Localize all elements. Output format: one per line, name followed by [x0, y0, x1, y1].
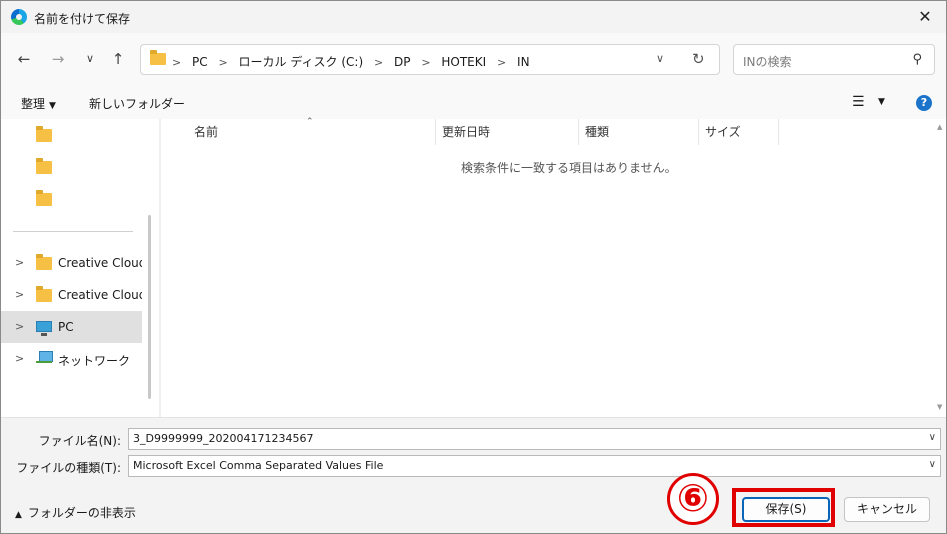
tree-item-label: Creative Cloud F — [58, 288, 142, 302]
chevron-right-icon[interactable]: > — [15, 320, 24, 333]
breadcrumb-separator-icon: > — [496, 56, 507, 69]
up-arrow-icon[interactable]: ↑ — [107, 47, 129, 71]
folder-icon — [36, 190, 52, 206]
breadcrumb-separator-icon: > — [421, 56, 431, 69]
refresh-icon[interactable]: ↻ — [692, 50, 705, 68]
breadcrumb-item-in[interactable]: IN — [517, 55, 530, 69]
navigation-pane: > Creative Cloud F > Creative Cloud F > … — [1, 119, 159, 417]
filename-value: 3_D9999999_202004171234567 — [133, 432, 314, 445]
filetype-select[interactable]: Microsoft Excel Comma Separated Values F… — [128, 455, 941, 477]
column-separator[interactable] — [435, 119, 436, 145]
cancel-button[interactable]: キャンセル — [844, 497, 930, 522]
tree-item-folder[interactable] — [1, 151, 142, 183]
recent-locations-chevron-icon[interactable]: ∨ — [79, 47, 101, 71]
breadcrumb-item-local-disk[interactable]: ローカル ディスク (C:) — [239, 55, 364, 69]
chevron-right-icon[interactable]: > — [15, 352, 24, 365]
step-number-badge: ⑥ — [667, 473, 719, 525]
save-as-dialog: 名前を付けて保存 ✕ ← → ∨ ↑ > PC > ローカル ディスク (C:)… — [0, 0, 947, 534]
folder-icon — [150, 50, 166, 65]
breadcrumb-separator-icon: > — [218, 56, 228, 69]
tree-item-label: ネットワーク — [58, 354, 131, 368]
search-input[interactable]: INの検索 ⚲ — [733, 44, 935, 75]
caret-up-icon: ▲ — [15, 510, 22, 520]
file-fields: ファイル名(N): 3_D9999999_202004171234567 ∨ フ… — [1, 417, 946, 485]
new-folder-button[interactable]: 新しいフォルダー — [89, 95, 185, 112]
breadcrumb-item-hoteki[interactable]: HOTEKI — [441, 55, 486, 69]
chevron-right-icon[interactable]: > — [15, 288, 24, 301]
column-header-size[interactable]: サイズ — [705, 123, 741, 145]
tree-item-folder[interactable] — [1, 183, 142, 215]
breadcrumb: > PC > ローカル ディスク (C:) > DP > HOTEKI > IN — [172, 53, 530, 70]
file-list: ⌃ 名前 更新日時 種類 サイズ 検索条件に一致する項目はありません。 ▲ ▼ — [161, 117, 946, 417]
view-options-icon[interactable]: ☰ — [852, 94, 865, 110]
title-bar: 名前を付けて保存 ✕ — [1, 1, 946, 33]
dialog-title: 名前を付けて保存 — [34, 12, 131, 26]
column-header-modified[interactable]: 更新日時 — [442, 123, 490, 145]
caret-down-icon[interactable]: ▼ — [878, 97, 885, 107]
file-list-scrollbar[interactable] — [936, 119, 946, 417]
breadcrumb-separator-icon: > — [172, 56, 182, 69]
column-separator[interactable] — [698, 119, 699, 145]
scroll-down-icon[interactable]: ▼ — [937, 403, 942, 411]
scroll-up-icon[interactable]: ▲ — [937, 123, 942, 131]
caret-down-icon: ▼ — [49, 101, 56, 111]
scrollbar-thumb[interactable] — [148, 215, 151, 399]
search-placeholder: INの検索 — [743, 55, 792, 69]
tree-item-label: Creative Cloud F — [58, 256, 142, 270]
tree-item-network[interactable]: > ネットワーク — [1, 343, 142, 375]
pc-icon — [36, 321, 52, 336]
breadcrumb-item-dp[interactable]: DP — [394, 55, 410, 69]
filetype-label: ファイルの種類(T): — [16, 461, 121, 475]
tree-divider — [13, 231, 133, 232]
folder-icon — [36, 158, 52, 174]
address-dropdown-icon[interactable]: ∨ — [656, 52, 664, 65]
folder-icon — [36, 126, 52, 142]
tree-item-creative-cloud-2[interactable]: > Creative Cloud F — [1, 279, 142, 311]
filename-field[interactable]: 3_D9999999_202004171234567 ∨ — [128, 428, 941, 450]
breadcrumb-item-pc[interactable]: PC — [192, 55, 208, 69]
tree-item-folder[interactable] — [1, 119, 142, 151]
command-bar: 整理 ▼ 新しいフォルダー ☰ ▼ ? — [1, 87, 946, 119]
chevron-down-icon[interactable]: ∨ — [929, 432, 936, 443]
network-icon — [36, 351, 53, 365]
highlight-box — [732, 488, 835, 527]
column-separator[interactable] — [778, 119, 779, 145]
sort-ascending-icon: ⌃ — [306, 117, 314, 127]
filetype-value: Microsoft Excel Comma Separated Values F… — [133, 459, 384, 472]
breadcrumb-separator-icon: > — [373, 56, 384, 69]
folder-icon — [36, 286, 52, 302]
close-icon[interactable]: ✕ — [912, 5, 938, 29]
edge-icon — [11, 9, 27, 25]
empty-message: 検索条件に一致する項目はありません。 — [461, 161, 677, 175]
filename-label: ファイル名(N): — [38, 434, 121, 448]
address-bar[interactable]: > PC > ローカル ディスク (C:) > DP > HOTEKI > IN… — [140, 44, 720, 75]
tree-item-label: PC — [58, 320, 74, 334]
back-arrow-icon[interactable]: ← — [13, 47, 35, 71]
help-icon[interactable]: ? — [916, 95, 932, 111]
tree-item-creative-cloud-1[interactable]: > Creative Cloud F — [1, 247, 142, 279]
organize-label: 整理 — [21, 97, 46, 111]
tree-item-pc[interactable]: > PC — [1, 311, 142, 343]
search-icon[interactable]: ⚲ — [912, 52, 922, 67]
column-header-type[interactable]: 種類 — [585, 123, 609, 145]
chevron-right-icon[interactable]: > — [15, 256, 24, 269]
forward-arrow-icon[interactable]: → — [47, 47, 69, 71]
organize-button[interactable]: 整理 ▼ — [21, 95, 56, 112]
hide-folders-button[interactable]: ▲ フォルダーの非表示 — [15, 504, 136, 521]
column-header-name[interactable]: 名前 — [194, 123, 218, 145]
address-row: ← → ∨ ↑ > PC > ローカル ディスク (C:) > DP > HOT… — [1, 33, 946, 87]
hide-folders-label: フォルダーの非表示 — [27, 506, 136, 520]
chevron-down-icon[interactable]: ∨ — [929, 459, 936, 470]
column-separator[interactable] — [578, 119, 579, 145]
folder-icon — [36, 254, 52, 270]
